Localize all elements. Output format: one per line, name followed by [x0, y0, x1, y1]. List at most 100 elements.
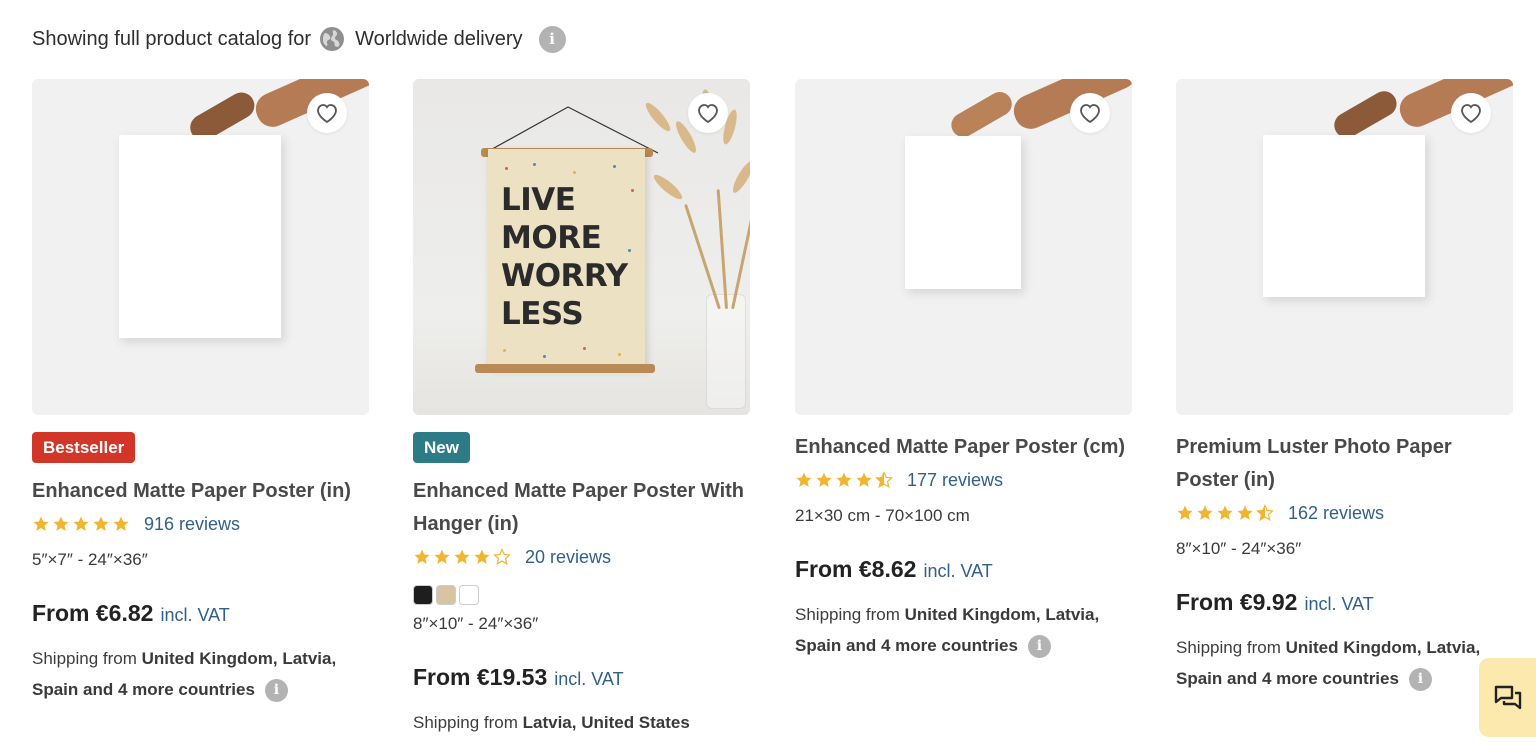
product-image[interactable] — [795, 79, 1132, 415]
heart-icon — [698, 104, 718, 124]
price-row: From €19.53 incl. VAT — [413, 664, 750, 691]
size-range: 8″×10″ - 24″×36″ — [413, 614, 539, 633]
favorite-button[interactable] — [1070, 93, 1110, 133]
info-icon[interactable]: i — [1408, 668, 1432, 692]
product-card[interactable]: Bestseller Enhanced Matte Paper Poster (… — [32, 79, 369, 705]
price: From €6.82 — [32, 600, 154, 626]
vat-label: incl. VAT — [160, 605, 230, 625]
product-image[interactable] — [1176, 79, 1513, 415]
star-icon — [1217, 505, 1233, 520]
product-rating: 916 reviews — [32, 508, 369, 540]
globe-icon — [319, 26, 345, 52]
region-selector-link[interactable]: Worldwide delivery — [355, 28, 522, 51]
star-rating — [795, 471, 893, 489]
star-icon — [113, 516, 129, 531]
star-icon — [33, 516, 49, 531]
star-icon — [1197, 505, 1213, 520]
product-image[interactable] — [32, 79, 369, 415]
info-icon[interactable]: i — [264, 679, 288, 703]
vat-label: incl. VAT — [554, 669, 624, 689]
star-rating — [32, 515, 130, 533]
price: From €19.53 — [413, 664, 548, 690]
new-badge: New — [413, 432, 470, 463]
reviews-link[interactable]: 177 reviews — [907, 470, 1003, 491]
star-icon — [1177, 505, 1193, 520]
reviews-link[interactable]: 916 reviews — [144, 514, 240, 535]
favorite-button[interactable] — [1451, 93, 1491, 133]
poster-mockup — [905, 136, 1021, 289]
product-rating: 20 reviews — [413, 541, 750, 573]
star-icon — [414, 549, 430, 564]
favorite-button[interactable] — [688, 93, 728, 133]
chat-icon — [1494, 685, 1521, 709]
color-swatches — [413, 585, 750, 605]
price: From €9.92 — [1176, 589, 1298, 615]
price-row: From €8.62 incl. VAT — [795, 556, 1132, 583]
hanger-rod-bottom — [475, 364, 655, 373]
shipping-info: Shipping from Latvia, United States — [413, 707, 750, 738]
bestseller-badge: Bestseller — [32, 432, 136, 463]
shipping-info: Shipping from United Kingdom, Latvia, Sp… — [32, 643, 369, 705]
color-swatch-tan[interactable] — [436, 585, 456, 605]
shipping-prefix: Shipping from — [795, 605, 900, 624]
catalog-prefix-text: Showing full product catalog for — [32, 27, 312, 50]
catalog-region-bar: Showing full product catalog for Worldwi… — [32, 24, 566, 54]
product-title[interactable]: Enhanced Matte Paper Poster (in) — [32, 475, 369, 508]
price-row: From €6.82 incl. VAT — [32, 600, 369, 627]
price-row: From €9.92 incl. VAT — [1176, 589, 1513, 616]
size-range: 5″×7″ - 24″×36″ — [32, 550, 148, 569]
product-card[interactable]: Premium Luster Photo Paper Poster (in) 1… — [1176, 79, 1513, 694]
favorite-button[interactable] — [307, 93, 347, 133]
heart-icon — [1461, 104, 1481, 124]
star-icon — [796, 472, 812, 487]
poster-mockup — [1263, 135, 1425, 297]
star-icon — [1237, 505, 1253, 520]
hand-illustration — [1329, 86, 1402, 143]
glass-vase — [706, 294, 746, 409]
product-title[interactable]: Enhanced Matte Paper Poster With Hanger … — [413, 475, 750, 541]
star-icon — [434, 549, 450, 564]
info-icon[interactable]: i — [538, 25, 566, 53]
shipping-countries: Latvia, United States — [522, 713, 690, 732]
size-range: 8″×10″ - 24″×36″ — [1176, 539, 1302, 558]
heart-icon — [317, 104, 337, 124]
shipping-prefix: Shipping from — [32, 649, 137, 668]
star-icon — [53, 516, 69, 531]
poster-mockup — [119, 135, 281, 338]
poster-print-text: LIVE MORE WORRY LESS — [501, 182, 628, 332]
vat-label: incl. VAT — [923, 561, 993, 581]
star-icon — [73, 516, 89, 531]
heart-icon — [1080, 104, 1100, 124]
reviews-link[interactable]: 20 reviews — [525, 547, 611, 568]
chat-button[interactable] — [1479, 658, 1536, 737]
product-title[interactable]: Enhanced Matte Paper Poster (cm) — [795, 431, 1132, 464]
star-half-icon — [875, 471, 893, 489]
star-icon — [816, 472, 832, 487]
product-rating: 162 reviews — [1176, 497, 1513, 529]
star-icon — [93, 516, 109, 531]
vat-label: incl. VAT — [1304, 594, 1374, 614]
star-empty-icon — [493, 548, 511, 566]
star-icon — [474, 549, 490, 564]
shipping-info: Shipping from United Kingdom, Latvia, Sp… — [795, 599, 1132, 661]
product-rating: 177 reviews — [795, 464, 1132, 496]
star-icon — [856, 472, 872, 487]
price: From €8.62 — [795, 556, 917, 582]
shipping-prefix: Shipping from — [413, 713, 518, 732]
size-range: 21×30 cm - 70×100 cm — [795, 506, 970, 525]
hand-illustration — [947, 87, 1017, 142]
color-swatch-black[interactable] — [413, 585, 433, 605]
product-card[interactable]: LIVE MORE WORRY LESS New Enhanced Matte … — [413, 79, 750, 738]
reviews-link[interactable]: 162 reviews — [1288, 503, 1384, 524]
star-rating — [413, 548, 511, 566]
star-half-icon — [1256, 504, 1274, 522]
product-image[interactable]: LIVE MORE WORRY LESS — [413, 79, 750, 415]
star-icon — [836, 472, 852, 487]
product-card[interactable]: Enhanced Matte Paper Poster (cm) 177 rev… — [795, 79, 1132, 661]
star-icon — [454, 549, 470, 564]
info-icon[interactable]: i — [1027, 635, 1051, 659]
product-title[interactable]: Premium Luster Photo Paper Poster (in) — [1176, 431, 1513, 497]
color-swatch-white[interactable] — [459, 585, 479, 605]
shipping-info: Shipping from United Kingdom, Latvia, Sp… — [1176, 632, 1513, 694]
star-rating — [1176, 504, 1274, 522]
